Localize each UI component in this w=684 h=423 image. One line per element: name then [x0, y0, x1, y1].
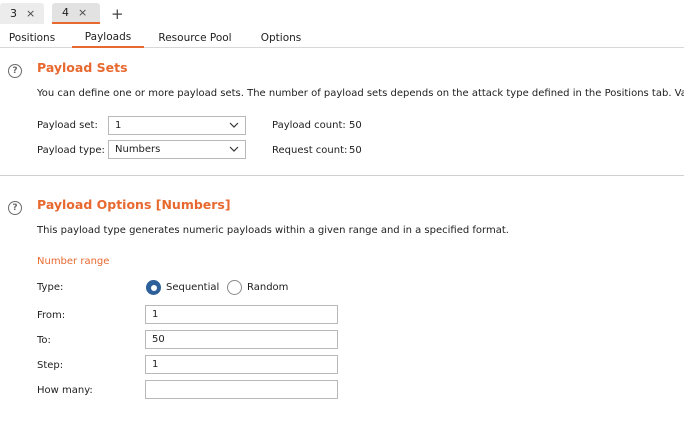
- attack-tab-3[interactable]: 3 ×: [0, 3, 44, 24]
- add-tab-icon[interactable]: +: [111, 3, 124, 24]
- attack-tab-bar: 3 × 4 × +: [0, 0, 684, 27]
- help-icon[interactable]: ?: [8, 64, 22, 78]
- from-label: From:: [37, 310, 66, 321]
- sub-tab-bar: Positions Payloads Resource Pool Options: [0, 27, 684, 48]
- attack-tab-label: 3: [10, 7, 17, 20]
- tab-positions[interactable]: Positions: [0, 27, 64, 48]
- payload-type-select[interactable]: Numbers: [108, 140, 246, 159]
- section-divider: [0, 175, 684, 176]
- tab-payloads[interactable]: Payloads: [72, 27, 144, 48]
- close-icon[interactable]: ×: [78, 6, 87, 19]
- payload-set-value: 1: [115, 120, 122, 131]
- how-many-label: How many:: [37, 385, 93, 396]
- payload-count-value: 50: [349, 120, 362, 131]
- payload-count-label: Payload count:: [272, 120, 346, 131]
- close-icon[interactable]: ×: [26, 7, 35, 20]
- sequential-label: Sequential: [166, 282, 220, 293]
- payload-options-description: This payload type generates numeric payl…: [37, 225, 509, 236]
- payload-set-select[interactable]: 1: [108, 116, 246, 135]
- payload-sets-description: You can define one or more payload sets.…: [37, 88, 684, 99]
- from-field[interactable]: [145, 305, 338, 324]
- random-radio[interactable]: Random: [227, 280, 288, 295]
- payload-type-label: Payload type:: [37, 145, 105, 156]
- radio-selected-icon[interactable]: [146, 280, 161, 295]
- attack-tab-4[interactable]: 4 ×: [52, 3, 100, 24]
- request-count-value: 50: [349, 145, 362, 156]
- number-range-heading: Number range: [37, 256, 110, 267]
- to-label: To:: [37, 335, 51, 346]
- tab-options[interactable]: Options: [250, 27, 312, 48]
- payload-options-title: Payload Options [Numbers]: [37, 197, 231, 212]
- type-label: Type:: [37, 282, 64, 293]
- request-count-label: Request count:: [272, 145, 348, 156]
- step-field[interactable]: [145, 355, 338, 374]
- to-field[interactable]: [145, 330, 338, 349]
- payload-sets-title: Payload Sets: [37, 60, 128, 75]
- sequential-radio[interactable]: Sequential: [146, 280, 219, 295]
- random-label: Random: [247, 282, 289, 293]
- help-icon[interactable]: ?: [8, 201, 22, 215]
- step-label: Step:: [37, 360, 64, 371]
- radio-unselected-icon[interactable]: [227, 280, 242, 295]
- chevron-down-icon: [229, 146, 239, 152]
- tab-resource-pool[interactable]: Resource Pool: [152, 27, 238, 48]
- attack-tab-label: 4: [62, 6, 69, 19]
- chevron-down-icon: [229, 122, 239, 128]
- how-many-field[interactable]: [145, 380, 338, 399]
- payload-type-value: Numbers: [115, 144, 161, 155]
- payload-set-label: Payload set:: [37, 120, 98, 131]
